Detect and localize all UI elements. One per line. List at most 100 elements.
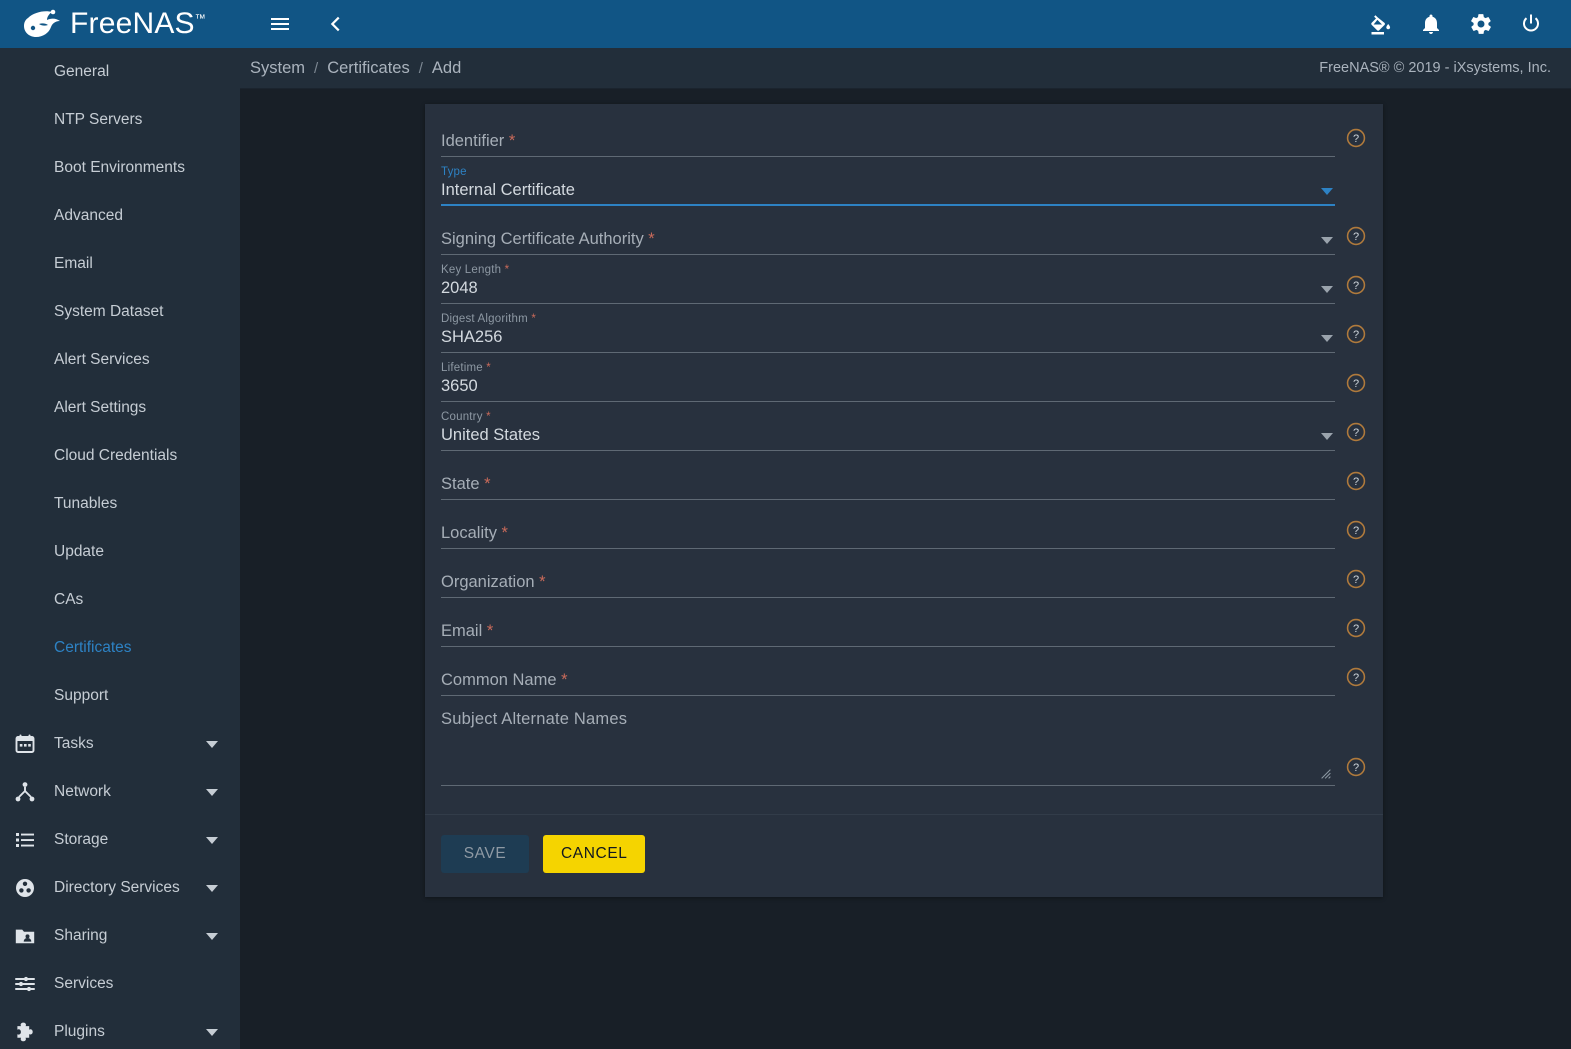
sidebar-item-ntp-servers[interactable]: NTP Servers bbox=[0, 96, 240, 144]
input-email[interactable]: Email * bbox=[441, 621, 1335, 641]
chevron-down-icon[interactable] bbox=[1321, 237, 1333, 244]
sidebar-item-sharing[interactable]: Sharing bbox=[0, 912, 240, 960]
resize-grip-icon[interactable] bbox=[1319, 767, 1333, 781]
field-placeholder-text: Email bbox=[441, 622, 483, 640]
field-common-name: Common Name *? bbox=[441, 655, 1367, 696]
input-identifier[interactable]: Identifier * bbox=[441, 131, 1335, 151]
directory-services-icon bbox=[12, 875, 38, 901]
sidebar-item-label: Alert Settings bbox=[54, 399, 147, 416]
input-country[interactable]: United States bbox=[441, 425, 1315, 445]
field-locality: Locality *? bbox=[441, 508, 1367, 549]
input-signing-certificate-authority[interactable]: Signing Certificate Authority * bbox=[441, 229, 1315, 249]
help-circle-icon[interactable]: ? bbox=[1345, 225, 1367, 247]
calendar-icon bbox=[12, 731, 38, 757]
field-label-text: Lifetime bbox=[441, 362, 483, 374]
chevron-down-icon[interactable] bbox=[206, 884, 218, 892]
field-label-text: Key Length bbox=[441, 264, 502, 276]
svg-text:?: ? bbox=[1353, 574, 1359, 586]
sidebar-item-update[interactable]: Update bbox=[0, 528, 240, 576]
breadcrumb-item-certificates[interactable]: Certificates bbox=[327, 59, 410, 78]
help-circle-icon[interactable]: ? bbox=[1345, 666, 1367, 688]
sidebar-item-advanced[interactable]: Advanced bbox=[0, 192, 240, 240]
chevron-down-icon[interactable] bbox=[1321, 188, 1333, 195]
cancel-button[interactable]: CANCEL bbox=[543, 835, 646, 873]
help-circle-icon[interactable]: ? bbox=[1345, 756, 1367, 778]
help-circle-icon[interactable]: ? bbox=[1345, 421, 1367, 443]
help-circle-icon[interactable]: ? bbox=[1345, 519, 1367, 541]
theme-picker-icon[interactable] bbox=[1361, 4, 1401, 44]
sidebar-item-email[interactable]: Email bbox=[0, 240, 240, 288]
sidebar-item-label: Cloud Credentials bbox=[54, 447, 178, 464]
svg-text:?: ? bbox=[1353, 329, 1359, 341]
sidebar-sub-items: General NTP Servers Boot Environments Advan… bbox=[0, 48, 240, 720]
required-marker: * bbox=[486, 411, 491, 423]
storage-list-icon bbox=[12, 827, 38, 853]
settings-gear-icon[interactable] bbox=[1461, 4, 1501, 44]
sidebar-item-label: Alert Services bbox=[54, 351, 150, 368]
power-icon[interactable] bbox=[1511, 4, 1551, 44]
brand-logo[interactable]: FreeNAS™ bbox=[0, 0, 240, 48]
input-locality[interactable]: Locality * bbox=[441, 523, 1335, 543]
help-circle-icon[interactable]: ? bbox=[1345, 568, 1367, 590]
sidebar-item-tasks[interactable]: Tasks bbox=[0, 720, 240, 768]
chevron-down-icon[interactable] bbox=[206, 740, 218, 748]
breadcrumb-item-system[interactable]: System bbox=[250, 59, 305, 78]
input-type[interactable]: Internal Certificate bbox=[441, 180, 1315, 200]
input-organization[interactable]: Organization * bbox=[441, 572, 1335, 592]
sidebar-item-plugins[interactable]: Plugins bbox=[0, 1008, 240, 1049]
required-marker: * bbox=[648, 230, 655, 248]
input-wrapper-signing-certificate-authority: Signing Certificate Authority * bbox=[441, 214, 1335, 255]
sidebar-item-cloud-credentials[interactable]: Cloud Credentials bbox=[0, 432, 240, 480]
sidebar-item-cas[interactable]: CAs bbox=[0, 576, 240, 624]
folder-share-icon bbox=[12, 923, 38, 949]
field-placeholder-text: State bbox=[441, 475, 480, 493]
input-key-length[interactable]: 2048 bbox=[441, 278, 1315, 298]
field-state: State *? bbox=[441, 459, 1367, 500]
sidebar-item-support[interactable]: Support bbox=[0, 672, 240, 720]
chevron-down-icon[interactable] bbox=[1321, 335, 1333, 342]
chevron-down-icon[interactable] bbox=[1321, 433, 1333, 440]
chevron-down-icon[interactable] bbox=[206, 1028, 218, 1036]
sidebar-main-items: Tasks Network Storage Directory Services Sha… bbox=[0, 720, 240, 1049]
sidebar-item-alert-settings[interactable]: Alert Settings bbox=[0, 384, 240, 432]
top-bar: FreeNAS™ bbox=[0, 0, 1571, 48]
notifications-bell-icon[interactable] bbox=[1411, 4, 1451, 44]
sidebar-item-boot-environments[interactable]: Boot Environments bbox=[0, 144, 240, 192]
puzzle-piece-icon bbox=[12, 1019, 38, 1045]
help-circle-icon[interactable]: ? bbox=[1345, 470, 1367, 492]
sidebar-item-services[interactable]: Services bbox=[0, 960, 240, 1008]
save-button[interactable]: SAVE bbox=[441, 835, 529, 873]
breadcrumb-bar: System / Certificates / Add FreeNAS® © 2019 … bbox=[240, 48, 1571, 89]
sidebar-item-alert-services[interactable]: Alert Services bbox=[0, 336, 240, 384]
sidebar-item-system-dataset[interactable]: System Dataset bbox=[0, 288, 240, 336]
sidebar-item-storage[interactable]: Storage bbox=[0, 816, 240, 864]
sidebar-item-label: Directory Services bbox=[54, 879, 180, 896]
chevron-down-icon[interactable] bbox=[1321, 286, 1333, 293]
field-placeholder-text: Organization bbox=[441, 573, 535, 591]
help-circle-icon[interactable]: ? bbox=[1345, 323, 1367, 345]
chevron-down-icon[interactable] bbox=[206, 836, 218, 844]
field-label-type: Type bbox=[441, 165, 467, 179]
input-digest-algorithm[interactable]: SHA256 bbox=[441, 327, 1315, 347]
help-circle-icon[interactable]: ? bbox=[1345, 372, 1367, 394]
svg-text:?: ? bbox=[1353, 476, 1359, 488]
chevron-left-icon[interactable] bbox=[316, 4, 356, 44]
input-lifetime[interactable]: 3650 bbox=[441, 376, 1335, 396]
help-circle-icon[interactable]: ? bbox=[1345, 274, 1367, 296]
field-lifetime: Lifetime * 3650? bbox=[441, 361, 1367, 402]
sidebar-item-directory-services[interactable]: Directory Services bbox=[0, 864, 240, 912]
input-common-name[interactable]: Common Name * bbox=[441, 670, 1335, 690]
help-circle-icon[interactable]: ? bbox=[1345, 127, 1367, 149]
sidebar-item-network[interactable]: Network bbox=[0, 768, 240, 816]
field-label-text: Digest Algorithm bbox=[441, 313, 528, 325]
sidebar-item-general[interactable]: General bbox=[0, 48, 240, 96]
chevron-down-icon[interactable] bbox=[206, 932, 218, 940]
sidebar-item-certificates[interactable]: Certificates bbox=[0, 624, 240, 672]
hamburger-menu-icon[interactable] bbox=[260, 4, 300, 44]
help-circle-icon[interactable]: ? bbox=[1345, 617, 1367, 639]
sidebar-item-tunables[interactable]: Tunables bbox=[0, 480, 240, 528]
chevron-down-icon[interactable] bbox=[206, 788, 218, 796]
field-organization: Organization *? bbox=[441, 557, 1367, 598]
sidebar-item-label: Storage bbox=[54, 831, 109, 848]
input-state[interactable]: State * bbox=[441, 474, 1335, 494]
